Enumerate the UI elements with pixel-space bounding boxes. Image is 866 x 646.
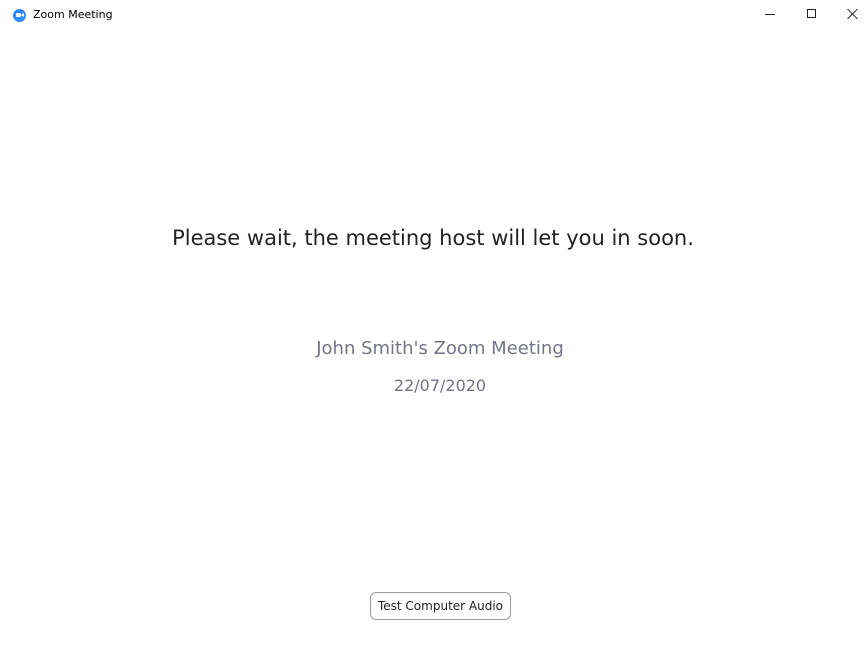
zoom-logo-icon	[13, 9, 26, 22]
meeting-topic: John Smith's Zoom Meeting	[316, 338, 564, 359]
minimize-icon	[765, 14, 775, 15]
maximize-icon	[807, 9, 816, 18]
meeting-date: 22/07/2020	[393, 376, 487, 395]
zoom-waiting-room-window: Zoom Meeting Please wait, the meeting ho…	[0, 0, 866, 646]
waiting-message: Please wait, the meeting host will let y…	[172, 226, 694, 250]
close-icon	[847, 8, 859, 20]
minimize-button[interactable]	[750, 0, 790, 30]
title-bar[interactable]: Zoom Meeting	[0, 0, 866, 30]
window-title: Zoom Meeting	[33, 8, 113, 21]
close-button[interactable]	[833, 0, 866, 30]
test-computer-audio-button[interactable]: Test Computer Audio	[370, 592, 511, 620]
maximize-button[interactable]	[792, 0, 832, 30]
